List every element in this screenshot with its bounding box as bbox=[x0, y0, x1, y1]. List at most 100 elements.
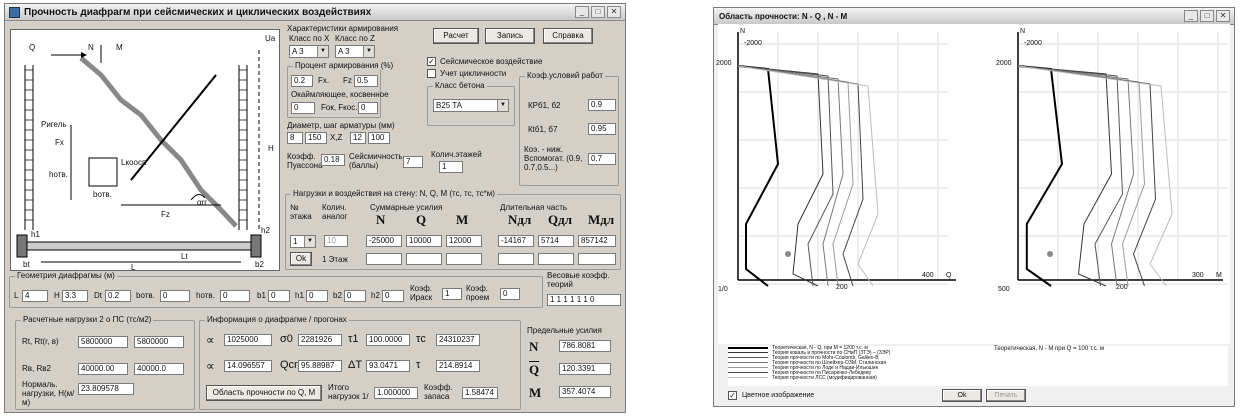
q-input[interactable]: 10000 bbox=[406, 235, 442, 247]
right-x-end-tick: 300 bbox=[1192, 272, 1204, 279]
count-input[interactable]: 10 bbox=[324, 235, 348, 247]
minimize-button[interactable]: _ bbox=[575, 6, 589, 18]
loads-title: Нагрузки и воздействия на стену: N, Q, M… bbox=[291, 189, 497, 198]
tauc-label: τc bbox=[416, 333, 426, 345]
l-input[interactable]: 4 bbox=[22, 290, 48, 302]
help-button[interactable]: Справка bbox=[543, 28, 593, 44]
ho-input[interactable]: 0 bbox=[220, 290, 250, 302]
poisson-label: Коэфф. Пуассона bbox=[287, 152, 323, 170]
ok-button[interactable]: Ok bbox=[290, 252, 312, 266]
rt2-input[interactable]: 5800000 bbox=[134, 336, 184, 348]
n-input[interactable]: -25000 bbox=[366, 235, 402, 247]
class-z-select[interactable]: A 3 ▼ bbox=[335, 45, 375, 58]
h1-input[interactable]: 0 bbox=[306, 290, 328, 302]
cyclic-checkbox[interactable] bbox=[427, 69, 436, 78]
maximize-button[interactable]: □ bbox=[1200, 10, 1214, 22]
rb-label: Rв, Rв2 bbox=[22, 364, 51, 373]
ml-input[interactable]: 857142 bbox=[578, 235, 616, 247]
header-nl: Nдл bbox=[508, 212, 532, 227]
ql2-input[interactable] bbox=[538, 253, 574, 265]
limit-n-input[interactable]: 786.8081 bbox=[559, 340, 611, 352]
rb2-input[interactable]: 40000.0 bbox=[134, 363, 184, 375]
minimize-button[interactable]: _ bbox=[1184, 10, 1198, 22]
a1-input[interactable]: 1025000 bbox=[224, 334, 272, 346]
qcr-input[interactable]: 95.88987 bbox=[298, 360, 342, 372]
right-x-mid-tick: 200 bbox=[1116, 284, 1128, 291]
k-input[interactable]: 0.7 bbox=[588, 153, 616, 165]
poisson-input[interactable]: 0.18 bbox=[321, 154, 345, 166]
nl-input[interactable]: -14167 bbox=[498, 235, 534, 247]
nu-input[interactable]: 23.809578 bbox=[78, 383, 134, 395]
limit-q-input[interactable]: 120.3391 bbox=[559, 363, 611, 375]
alpha-icon: ∝ bbox=[206, 359, 215, 373]
tau-label: τ bbox=[416, 359, 421, 371]
fz-input[interactable]: 0.5 bbox=[354, 75, 378, 87]
kr1-input[interactable]: 0.9 bbox=[588, 99, 616, 111]
o1-input[interactable]: 2281926 bbox=[298, 334, 342, 346]
nu-label: Нормаль. нагрузки, Н(м/м) bbox=[22, 380, 75, 407]
class-z-value: A 3 bbox=[338, 47, 350, 56]
delta-input[interactable]: 93.0471 bbox=[366, 360, 410, 372]
label-lkoosp: Lкоосп bbox=[121, 158, 147, 167]
rb1-input[interactable]: 40000.00 bbox=[78, 363, 128, 375]
b1-input[interactable]: 0 bbox=[268, 290, 290, 302]
h2-input[interactable]: 0 bbox=[382, 290, 404, 302]
ql-input[interactable]: 5714 bbox=[538, 235, 574, 247]
kr2-input[interactable]: 0.95 bbox=[588, 123, 616, 135]
dt-input[interactable]: 0.2 bbox=[105, 290, 131, 302]
h1-label: h1 bbox=[295, 291, 304, 300]
class-x-select[interactable]: A 3 ▼ bbox=[289, 45, 329, 58]
class-x-label: Класс по X bbox=[289, 34, 330, 43]
chevron-down-icon: ▼ bbox=[317, 46, 328, 57]
concrete-select[interactable]: B25 TA ▼ bbox=[433, 99, 509, 112]
calc-button[interactable]: Расчет bbox=[433, 28, 479, 44]
kz-input[interactable]: 1.58474 bbox=[462, 387, 498, 399]
m-input[interactable]: 12000 bbox=[446, 235, 482, 247]
label-m: M bbox=[116, 43, 123, 52]
a2-input[interactable]: 14.096557 bbox=[224, 360, 272, 372]
floor-select[interactable]: 1 ▼ bbox=[290, 235, 316, 248]
plot-ok-button[interactable]: Ok bbox=[942, 389, 982, 402]
close-button[interactable]: ✕ bbox=[1216, 10, 1230, 22]
kp-input[interactable]: 0 bbox=[500, 288, 520, 300]
floors-input[interactable]: 1 bbox=[439, 161, 463, 173]
h2-label: h2 bbox=[371, 291, 380, 300]
strength-area-button[interactable]: Область прочности по Q, M bbox=[206, 385, 322, 401]
close-button[interactable]: ✕ bbox=[607, 6, 621, 18]
m2-input[interactable] bbox=[446, 253, 482, 265]
bo-input[interactable]: 0 bbox=[160, 290, 190, 302]
limits-title: Предельные усилия bbox=[527, 326, 602, 335]
plot-window: Область прочности: N - Q , N - M _ □ ✕ N… bbox=[713, 7, 1235, 407]
color-checkbox[interactable]: ✓ bbox=[728, 391, 737, 400]
step-z-input[interactable]: 100 bbox=[368, 132, 390, 144]
diam-x-input[interactable]: 8 bbox=[287, 132, 303, 144]
fok-input[interactable]: 0 bbox=[291, 102, 315, 114]
weights-input[interactable]: 1 1 1 1 1 1 0 bbox=[547, 294, 621, 306]
seismic-checkbox[interactable]: ✓ bbox=[427, 57, 436, 66]
t1-input[interactable]: 100.0000 bbox=[366, 334, 410, 346]
app-icon bbox=[9, 7, 20, 18]
itogo-input[interactable]: 1.000000 bbox=[374, 387, 418, 399]
b1-label: b1 bbox=[257, 291, 266, 300]
h-input[interactable]: 3.3 bbox=[62, 290, 88, 302]
q2-input[interactable] bbox=[406, 253, 442, 265]
tau-input[interactable]: 214.8914 bbox=[436, 360, 480, 372]
nl2-input[interactable] bbox=[498, 253, 534, 265]
b2-input[interactable]: 0 bbox=[344, 290, 366, 302]
fkos-input[interactable]: 0 bbox=[358, 102, 378, 114]
kr-input[interactable]: 1 bbox=[442, 288, 462, 300]
limit-m-input[interactable]: 357.4074 bbox=[559, 386, 611, 398]
fx-input[interactable]: 0.2 bbox=[291, 75, 313, 87]
print-button[interactable]: Печать bbox=[986, 389, 1026, 402]
rt1-input[interactable]: 5800000 bbox=[78, 336, 128, 348]
alpha-icon: ∝ bbox=[206, 333, 215, 347]
tc-input[interactable]: 24310237 bbox=[436, 334, 480, 346]
diam-z-input[interactable]: 12 bbox=[350, 132, 366, 144]
seism-input[interactable]: 7 bbox=[403, 156, 423, 168]
ml2-input[interactable] bbox=[578, 253, 616, 265]
step-x-input[interactable]: 150 bbox=[305, 132, 327, 144]
legend-item: Теория прочности ЛСС (модифицированная) bbox=[728, 376, 877, 381]
maximize-button[interactable]: □ bbox=[591, 6, 605, 18]
write-button[interactable]: Запись bbox=[485, 28, 535, 44]
n2-input[interactable] bbox=[366, 253, 402, 265]
